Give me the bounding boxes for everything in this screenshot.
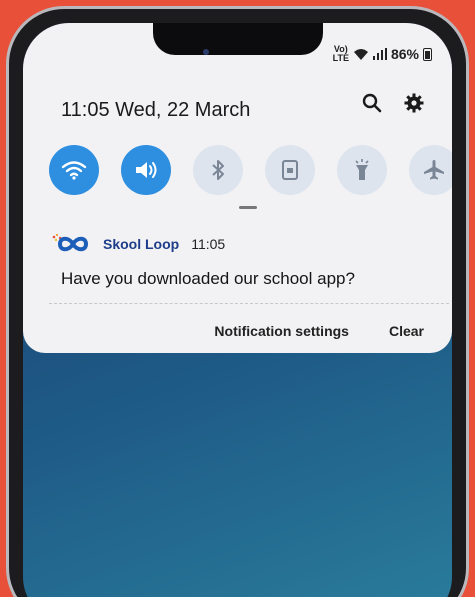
volte-indicator: Vo) LTE (332, 44, 349, 63)
wifi-status-icon (353, 48, 368, 60)
skool-loop-logo-icon (52, 233, 89, 252)
front-camera (203, 49, 209, 55)
quick-settings (49, 145, 452, 195)
sound-icon (136, 162, 157, 178)
flashlight-toggle[interactable] (337, 145, 387, 195)
status-bar: Vo) LTE 86% (333, 45, 432, 63)
sound-toggle[interactable] (121, 145, 171, 195)
notification-settings-button[interactable]: Notification settings (214, 323, 349, 339)
wifi-toggle[interactable] (49, 145, 99, 195)
rotation-lock-toggle[interactable] (265, 145, 315, 195)
flashlight-icon (355, 159, 369, 180)
drag-handle[interactable] (239, 206, 257, 209)
notch (153, 23, 323, 55)
divider (49, 303, 449, 304)
airplane-icon (424, 160, 444, 180)
phone-frame: Vo) LTE 86% 11:05 Wed, 22 March Skool Lo… (6, 6, 469, 597)
clear-button[interactable]: Clear (389, 323, 424, 339)
signal-icon (372, 48, 387, 60)
bluetooth-icon (212, 160, 224, 180)
app-name: Skool Loop (103, 236, 180, 252)
battery-icon (423, 47, 432, 61)
gear-icon[interactable] (404, 93, 424, 113)
header-actions (362, 93, 424, 113)
search-icon[interactable] (362, 93, 382, 113)
notification-header: Skool Loop 11:05 (51, 233, 225, 255)
date-time: 11:05 Wed, 22 March (61, 99, 251, 121)
notification-shade: Vo) LTE 86% 11:05 Wed, 22 March Skool Lo… (23, 23, 452, 353)
bluetooth-toggle[interactable] (193, 145, 243, 195)
notification-actions: Notification settings Clear (214, 323, 424, 339)
phone-screen: Vo) LTE 86% 11:05 Wed, 22 March Skool Lo… (23, 23, 452, 597)
airplane-toggle[interactable] (409, 145, 452, 195)
notification-card[interactable]: Skool Loop 11:05 Have you downloaded our… (33, 219, 442, 291)
notification-time: 11:05 (191, 236, 226, 252)
battery-percent: 86% (390, 46, 419, 62)
rotation-lock-icon (282, 160, 298, 180)
wifi-icon (61, 161, 87, 180)
notification-message: Have you downloaded our school app? (61, 269, 355, 288)
